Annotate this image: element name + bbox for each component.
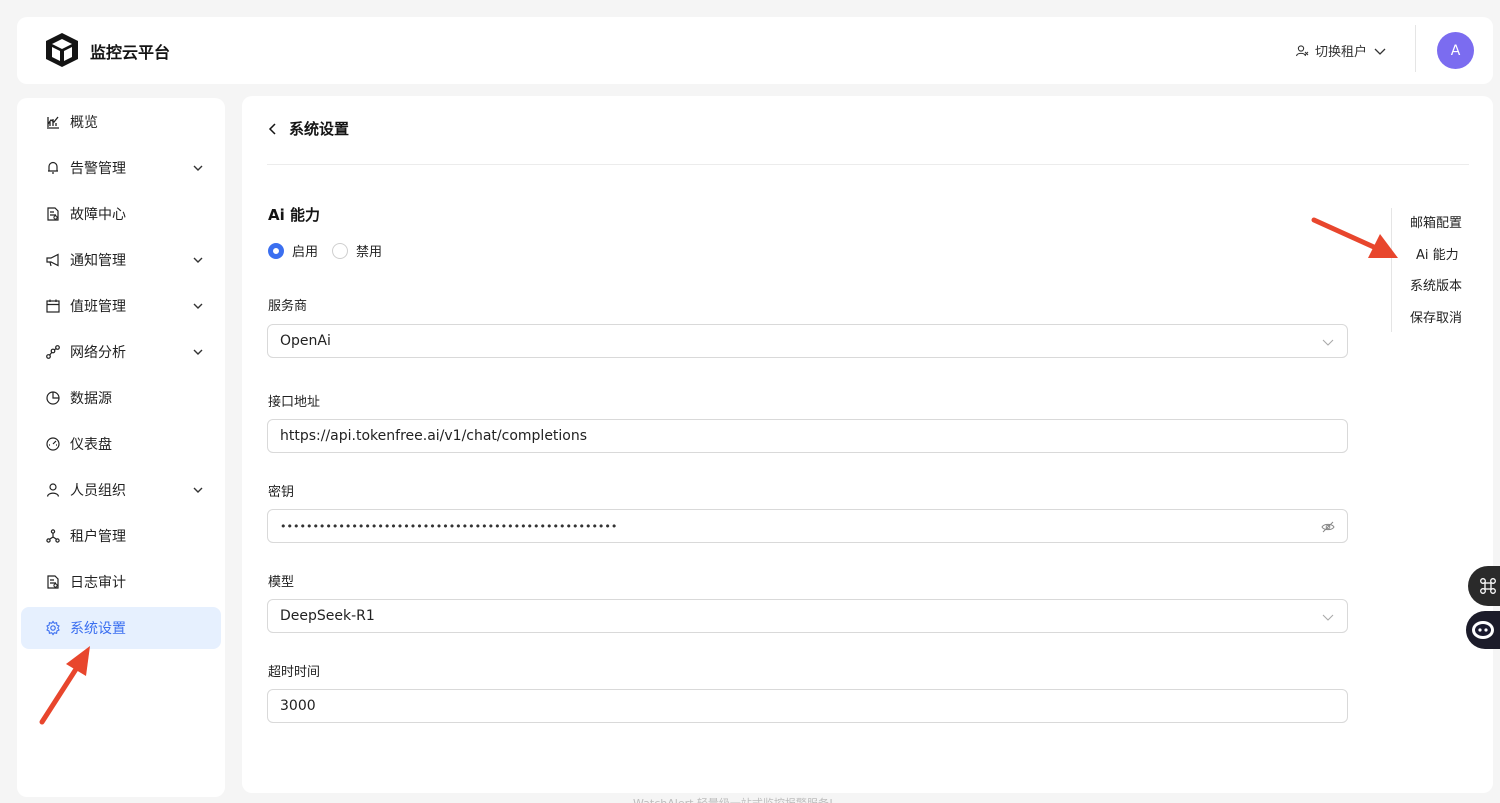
anchor-item-mail[interactable]: 邮箱配置 — [1392, 208, 1462, 240]
gear-icon — [45, 620, 61, 636]
float-assistant-button[interactable] — [1466, 611, 1500, 649]
gauge-icon — [45, 436, 61, 452]
sidebar-item-3[interactable]: 通知管理 — [21, 239, 221, 281]
document-icon — [45, 206, 61, 222]
command-icon — [1480, 578, 1496, 594]
network-icon — [45, 344, 61, 360]
sidebar-item-1[interactable]: 告警管理 — [21, 147, 221, 189]
provider-select[interactable]: OpenAi — [267, 324, 1348, 358]
chevron-down-icon — [1322, 614, 1334, 621]
switch-tenant-label: 切换租户 — [1315, 45, 1368, 60]
logo-icon — [46, 33, 78, 67]
secret-value: ••••••••••••••••••••••••••••••••••••••••… — [280, 519, 618, 533]
megaphone-icon — [45, 252, 61, 268]
footer-text: WatchAlert 轻量级一站式监控报警服务! — [633, 795, 833, 803]
radio-enable-dot — [268, 242, 284, 259]
bell-icon — [45, 160, 61, 176]
chevron-left-icon — [268, 122, 276, 135]
back-button[interactable]: 系统设置 — [267, 118, 349, 139]
secret-input[interactable]: ••••••••••••••••••••••••••••••••••••••••… — [267, 509, 1348, 543]
sidebar-item-8[interactable]: 人员组织 — [21, 469, 221, 511]
pie-icon — [45, 390, 61, 406]
provider-label: 服务商 — [268, 299, 308, 314]
sidebar: 概览告警管理故障中心通知管理值班管理网络分析数据源仪表盘人员组织租户管理日志审计… — [17, 98, 225, 797]
avatar[interactable]: A — [1437, 32, 1474, 69]
top-header: 监控云平台 切换租户 A — [17, 17, 1493, 84]
chevron-down-icon — [193, 349, 203, 355]
model-select[interactable]: DeepSeek-R1 — [267, 599, 1348, 633]
sidebar-item-label: 值班管理 — [70, 299, 126, 315]
model-label: 模型 — [268, 575, 295, 590]
anchor-item-version[interactable]: 系统版本 — [1392, 271, 1462, 303]
sidebar-item-7[interactable]: 仪表盘 — [21, 423, 221, 465]
sidebar-item-label: 数据源 — [70, 391, 112, 407]
endpoint-label: 接口地址 — [268, 395, 321, 410]
sidebar-item-11[interactable]: 系统设置 — [21, 607, 221, 649]
timeout-input[interactable]: 3000 — [267, 689, 1348, 723]
sidebar-item-label: 仪表盘 — [70, 437, 112, 453]
brand-name: 监控云平台 — [90, 43, 171, 62]
chevron-down-icon — [193, 165, 203, 171]
sidebar-item-label: 租户管理 — [70, 529, 126, 545]
provider-value: OpenAi — [280, 333, 331, 349]
sidebar-item-label: 系统设置 — [70, 621, 126, 637]
anchor-nav: 邮箱配置 Ai 能力 系统版本 保存取消 — [1391, 208, 1462, 332]
user-icon — [45, 482, 61, 498]
sidebar-item-label: 告警管理 — [70, 161, 126, 177]
chart-icon — [45, 114, 61, 130]
sidebar-item-5[interactable]: 网络分析 — [21, 331, 221, 373]
sidebar-item-9[interactable]: 租户管理 — [21, 515, 221, 557]
timeout-label: 超时时间 — [268, 665, 321, 680]
calendar-icon — [45, 298, 61, 314]
sidebar-item-label: 概览 — [70, 115, 98, 131]
sidebar-item-label: 人员组织 — [70, 483, 126, 499]
sidebar-item-label: 日志审计 — [70, 575, 126, 591]
model-value: DeepSeek-R1 — [280, 608, 375, 624]
endpoint-input[interactable]: https://api.tokenfree.ai/v1/chat/complet… — [267, 419, 1348, 453]
radio-disable-label: 禁用 — [356, 245, 383, 260]
ai-toggle-radio-group: 启用 禁用 — [268, 241, 396, 260]
cluster-icon — [45, 528, 61, 544]
page-title: 系统设置 — [289, 120, 350, 138]
chevron-down-icon — [193, 487, 203, 493]
eye-invisible-icon[interactable] — [1321, 520, 1335, 534]
endpoint-value: https://api.tokenfree.ai/v1/chat/complet… — [280, 428, 588, 444]
sidebar-item-label: 通知管理 — [70, 253, 126, 269]
radio-enable[interactable]: 启用 — [268, 241, 318, 260]
chevron-down-icon — [193, 257, 203, 263]
sidebar-item-0[interactable]: 概览 — [21, 101, 221, 143]
float-apps-button[interactable] — [1468, 566, 1500, 606]
radio-disable-dot — [332, 242, 349, 259]
sidebar-item-label: 网络分析 — [70, 345, 126, 361]
chevron-down-icon — [193, 303, 203, 309]
anchor-item-ai[interactable]: Ai 能力 — [1392, 240, 1462, 272]
radio-enable-label: 启用 — [292, 245, 319, 260]
secret-label: 密钥 — [268, 485, 295, 500]
anchor-item-save[interactable]: 保存取消 — [1392, 303, 1462, 335]
chevron-down-icon — [1322, 339, 1334, 346]
sidebar-item-4[interactable]: 值班管理 — [21, 285, 221, 327]
main-panel: 系统设置 Ai 能力 启用 禁用 服务商 OpenAi 接口地址 https:/… — [242, 96, 1493, 793]
header-divider-line — [267, 164, 1469, 165]
timeout-value: 3000 — [280, 698, 316, 714]
sidebar-item-10[interactable]: 日志审计 — [21, 561, 221, 603]
document-icon — [45, 574, 61, 590]
radio-disable[interactable]: 禁用 — [332, 241, 382, 260]
user-switch-icon — [1295, 44, 1309, 56]
switch-tenant-button[interactable]: 切换租户 — [1295, 41, 1387, 60]
sidebar-item-2[interactable]: 故障中心 — [21, 193, 221, 235]
header-divider — [1415, 25, 1416, 72]
robot-icon — [1472, 621, 1494, 639]
chevron-down-icon — [1374, 48, 1386, 55]
section-title-ai: Ai 能力 — [268, 206, 320, 224]
sidebar-item-label: 故障中心 — [70, 207, 126, 223]
sidebar-item-6[interactable]: 数据源 — [21, 377, 221, 419]
